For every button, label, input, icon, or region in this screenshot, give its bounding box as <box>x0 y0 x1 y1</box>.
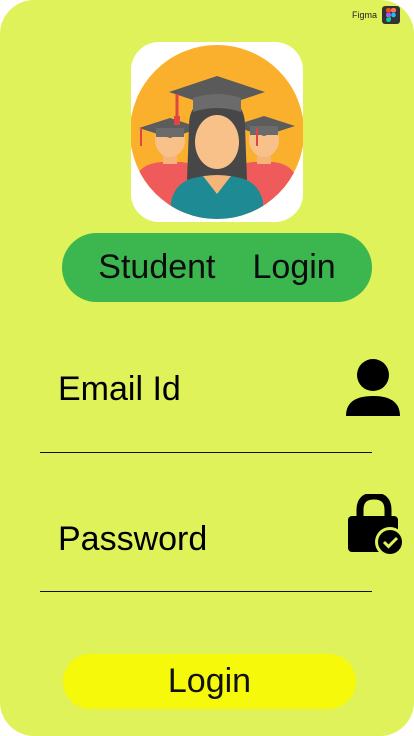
email-underline <box>40 452 372 453</box>
lock-check-icon <box>346 492 408 565</box>
title-banner: Student Login <box>62 233 372 302</box>
password-field[interactable] <box>40 492 405 592</box>
figma-badge: Figma <box>352 6 400 24</box>
email-field[interactable] <box>40 358 400 454</box>
app-logo <box>131 42 303 222</box>
password-underline <box>40 591 372 592</box>
login-screen: Figma Student Login Email Id Login <box>0 0 414 736</box>
figma-icon <box>382 6 400 24</box>
password-input[interactable] <box>56 516 330 562</box>
figma-label: Figma <box>351 10 377 20</box>
email-input[interactable] <box>56 366 330 412</box>
title-word-login: Login <box>252 248 336 286</box>
login-button[interactable]: Login <box>63 654 356 709</box>
person-icon <box>344 358 402 423</box>
title-word-student: Student <box>98 248 216 286</box>
graduates-avatar-icon <box>131 45 303 219</box>
